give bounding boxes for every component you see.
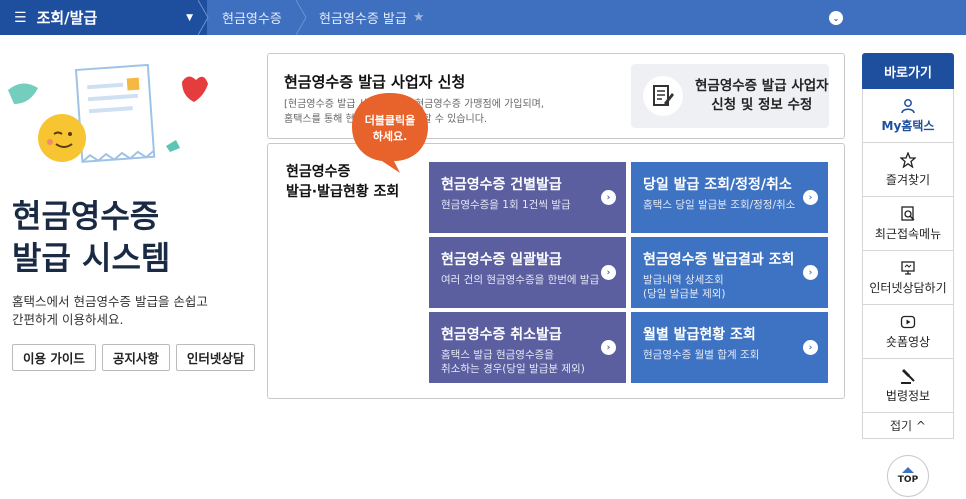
- title-line: 발급·발급현황 조회: [286, 184, 400, 200]
- tile-description: 현금영수증 월별 합계 조회: [643, 348, 816, 362]
- favorite-star-icon[interactable]: ★: [413, 10, 425, 25]
- tile-description: 현금영수증을 1회 1건씩 발급: [441, 198, 614, 212]
- breadcrumb-item-cash-receipt-issue[interactable]: 현금영수증 발급 ★: [319, 0, 425, 35]
- hamburger-icon: ☰: [14, 9, 27, 26]
- recent-icon: [900, 205, 916, 223]
- star-icon: [900, 151, 916, 169]
- breadcrumb-separator: [296, 0, 307, 35]
- usage-guide-button[interactable]: 이용 가이드: [12, 344, 96, 371]
- quick-item-my-hometax[interactable]: My홈택스: [862, 89, 954, 143]
- tile-description: 홈택스 발급 현금영수증을 취소하는 경우(당일 발급분 제외): [441, 348, 614, 376]
- caret-down-icon: ▼: [186, 12, 193, 23]
- tile-title: 현금영수증 발급결과 조회: [643, 252, 795, 268]
- tile-desc-line: 홈택스 당일 발급분 조회/정정/취소: [643, 199, 796, 211]
- page-title: 현금영수증 발급 시스템: [12, 195, 170, 279]
- scroll-to-top-button[interactable]: TOP: [887, 455, 929, 497]
- tile-desc-line: 홈택스 발급 현금영수증을: [441, 349, 554, 361]
- tooltip-line: 하세요.: [372, 130, 408, 143]
- top-navigation-bar: ☰ 조회/발급 ▼ 현금영수증 현금영수증 발급 ★ ⌄: [0, 0, 966, 35]
- tile-same-day-inquiry[interactable]: 당일 발급 조회/정정/취소 홈택스 당일 발급분 조회/정정/취소 ›: [631, 162, 828, 233]
- play-icon: [900, 313, 916, 331]
- apply-button-label: 현금영수증 발급 사업자 신청 및 정보 수정: [695, 77, 829, 115]
- quick-item-label: 최근접속메뉴: [874, 227, 942, 241]
- tile-desc-line: (당일 발급분 제외): [643, 288, 726, 300]
- tile-desc-line: 취소하는 경우(당일 발급분 제외): [441, 363, 585, 375]
- tile-title: 현금영수증 건별발급: [441, 177, 562, 193]
- breadcrumb-label: 현금영수증: [222, 12, 282, 27]
- quick-item-online-consult[interactable]: 인터넷상담하기: [862, 251, 954, 305]
- tile-bulk-issue[interactable]: 현금영수증 일괄발급 여러 건의 현금영수증을 한번에 발급 ›: [429, 237, 626, 308]
- chevron-right-icon: ›: [601, 340, 616, 355]
- tile-desc-line: 현금영수증을 1회 1건씩 발급: [441, 199, 571, 211]
- page-description: 홈택스에서 현금영수증 발급을 손쉽고 간편하게 이용하세요.: [12, 293, 208, 329]
- tooltip-line: 더블클릭을: [364, 114, 416, 127]
- breadcrumb-item-cash-receipt[interactable]: 현금영수증: [222, 0, 282, 35]
- page-title-line: 현금영수증: [12, 197, 160, 235]
- tile-title: 현금영수증 취소발급: [441, 327, 562, 343]
- quick-item-label: 법령정보: [885, 389, 931, 403]
- quick-link-panel: 바로가기 My홈택스 즐겨찾기 최근접속메뉴 인터넷상담하기 숏폼영상 법령정보: [862, 53, 954, 443]
- quick-item-law-info[interactable]: 법령정보: [862, 359, 954, 413]
- tile-desc-line: 발급내역 상세조회: [643, 274, 724, 286]
- description-line: 홈택스에서 현금영수증 발급을 손쉽고: [12, 294, 208, 309]
- online-consult-button[interactable]: 인터넷상담: [175, 344, 256, 371]
- description-line: [현금영수증 발급 사업자 신청] 현금영수증 가맹점에 가입되며,: [284, 99, 545, 110]
- tile-issue-result-inquiry[interactable]: 현금영수증 발급결과 조회 발급내역 상세조회 (당일 발급분 제외) ›: [631, 237, 828, 308]
- quick-item-favorites[interactable]: 즐겨찾기: [862, 143, 954, 197]
- person-icon: [900, 97, 916, 115]
- top-button-label: TOP: [897, 475, 919, 485]
- chevron-right-icon: ›: [803, 190, 818, 205]
- label-line: 현금영수증 발급 사업자: [695, 78, 829, 94]
- quick-panel-collapse-button[interactable]: 접기 ^: [862, 413, 954, 439]
- arrow-up-icon: [902, 467, 914, 473]
- description-line: 홈택스를 통해 현금영수증을 발급할 수 있습니다.: [284, 114, 488, 125]
- menu-dropdown[interactable]: ☰ 조회/발급 ▼: [0, 0, 207, 35]
- notice-button[interactable]: 공지사항: [101, 344, 170, 371]
- double-click-tooltip: 더블클릭을 하세요.: [348, 89, 432, 173]
- chevron-right-icon: ›: [803, 265, 818, 280]
- tile-title: 현금영수증 일괄발급: [441, 252, 562, 268]
- tile-description: 여러 건의 현금영수증을 한번에 발급: [441, 273, 614, 287]
- monitor-icon: [900, 259, 916, 277]
- gavel-icon: [899, 367, 917, 385]
- hero-link-group: 이용 가이드 공지사항 인터넷상담: [12, 344, 256, 371]
- tile-cancel-issue[interactable]: 현금영수증 취소발급 홈택스 발급 현금영수증을 취소하는 경우(당일 발급분 …: [429, 312, 626, 383]
- breadcrumb-separator: [198, 0, 209, 35]
- quick-item-short-video[interactable]: 숏폼영상: [862, 305, 954, 359]
- tile-description: 발급내역 상세조회 (당일 발급분 제외): [643, 273, 816, 301]
- tile-title: 당일 발급 조회/정정/취소: [643, 177, 792, 193]
- business-apply-button[interactable]: 현금영수증 발급 사업자 신청 및 정보 수정: [631, 64, 829, 128]
- hero-illustration: [8, 63, 208, 163]
- chevron-right-icon: ›: [803, 340, 818, 355]
- breadcrumb-label: 현금영수증 발급: [319, 12, 407, 27]
- nav-expand-toggle[interactable]: ⌄: [829, 11, 843, 25]
- page-title-line: 발급 시스템: [12, 239, 171, 277]
- tile-desc-line: 현금영수증 월별 합계 조회: [643, 349, 760, 361]
- document-edit-icon: [643, 76, 683, 116]
- tile-desc-line: 여러 건의 현금영수증을 한번에 발급: [441, 274, 600, 286]
- quick-item-recent-menu[interactable]: 최근접속메뉴: [862, 197, 954, 251]
- description-line: 간편하게 이용하세요.: [12, 312, 124, 327]
- tile-title: 월별 발급현황 조회: [643, 327, 756, 343]
- menu-label: 조회/발급: [36, 9, 98, 27]
- quick-panel-heading: 바로가기: [862, 53, 954, 89]
- quick-item-label: 인터넷상담하기: [869, 281, 947, 295]
- tooltip-text: 더블클릭을 하세요.: [348, 113, 432, 145]
- apply-panel-description: [현금영수증 발급 사업자 신청] 현금영수증 가맹점에 가입되며, 홈택스를 …: [284, 97, 584, 127]
- quick-item-label: My홈택스: [881, 119, 935, 133]
- chevron-right-icon: ›: [601, 265, 616, 280]
- tile-monthly-status[interactable]: 월별 발급현황 조회 현금영수증 월별 합계 조회 ›: [631, 312, 828, 383]
- chevron-right-icon: ›: [601, 190, 616, 205]
- quick-item-label: 즐겨찾기: [885, 173, 931, 187]
- tile-individual-issue[interactable]: 현금영수증 건별발급 현금영수증을 1회 1건씩 발급 ›: [429, 162, 626, 233]
- quick-item-label: 숏폼영상: [885, 335, 931, 349]
- label-line: 신청 및 정보 수정: [711, 97, 813, 113]
- tile-description: 홈택스 당일 발급분 조회/정정/취소: [643, 198, 816, 212]
